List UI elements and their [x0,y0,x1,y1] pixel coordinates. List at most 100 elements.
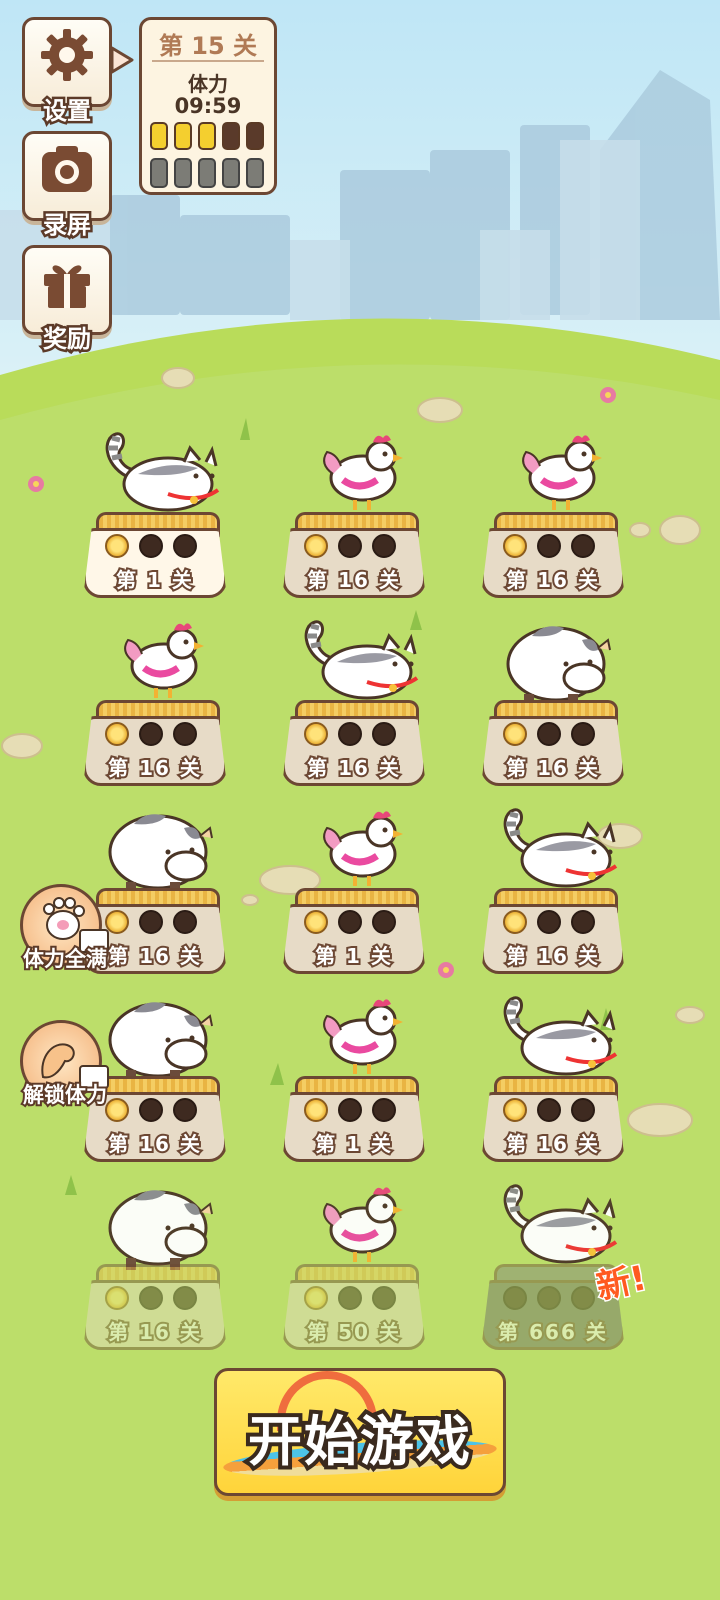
cow-icon [496,612,626,712]
empty-slot-icon [537,722,561,746]
cat-icon [496,988,626,1088]
empty-slot-icon [537,910,561,934]
stamina-bar [174,122,192,150]
level-pedestal[interactable]: 第 16 关 [83,700,227,790]
level-label: 第 16 关 [504,942,600,970]
unlock-stamina-button[interactable]: 解锁体力 [20,1020,109,1109]
stamina-timer: 09:59 [174,94,242,118]
reward-button[interactable]: 奖励 [22,245,112,356]
level-label: 第 666 关 [496,1318,608,1346]
level-label: 第 16 关 [504,566,600,594]
level-label: 第 16 关 [106,1130,202,1158]
level-pedestal[interactable]: 第 16 关 [481,512,625,602]
stone-slot-icon [174,158,192,188]
divider [152,60,264,62]
coin-slots [304,1098,396,1122]
empty-slot-icon [571,722,595,746]
empty-slot-icon [338,1286,362,1310]
level-pedestal[interactable]: 第 1 关 [282,1076,426,1166]
cow-icon [98,800,228,900]
stone-slot-icon [246,158,264,188]
full-stamina-button[interactable]: 体力全满 [20,884,109,973]
full-stamina-label: 体力全满 [21,945,109,973]
level-label: 第 16 关 [106,754,202,782]
level-pedestal[interactable]: 第 16 关 [83,1264,227,1354]
level-pedestal[interactable]: 第 16 关 [481,700,625,790]
settings-button[interactable]: 设置 [22,17,112,128]
coin-icon [304,534,328,558]
empty-slot-icon [338,910,362,934]
empty-slot-icon [372,1098,396,1122]
stone-slot-icon [198,158,216,188]
empty-slot-icon [173,722,197,746]
cat-icon [496,800,626,900]
level-pedestal[interactable]: 第 16 关 [282,700,426,790]
level-label: 第 16 关 [305,566,401,594]
start-game-label: 开始游戏 [244,1406,474,1477]
coin-icon [304,722,328,746]
record-button[interactable]: 录屏 [22,131,112,242]
level-label: 第 1 关 [313,942,393,970]
coin-icon [503,534,527,558]
cow-icon [98,988,228,1088]
stamina-bar [222,122,240,150]
empty-slot-icon [537,1286,561,1310]
empty-slot-icon [139,534,163,558]
empty-slot-icon [372,534,396,558]
cow-icon [98,1176,228,1276]
level-label: 第 50 关 [305,1318,401,1346]
coin-icon [503,722,527,746]
level-pedestal[interactable]: 第 16 关 [481,888,625,978]
reward-label: 奖励 [41,323,94,356]
start-game-button[interactable]: 开始游戏 [214,1368,506,1496]
coin-icon [503,910,527,934]
gear-icon [41,29,93,81]
empty-slot-icon [338,534,362,558]
level-pedestal[interactable]: 第 16 关 [282,512,426,602]
expand-arrow-icon[interactable] [108,44,136,76]
cat-icon [297,612,427,712]
locked-stamina-slots [150,158,264,188]
empty-slot-icon [139,910,163,934]
gift-icon [44,265,90,308]
coin-icon [304,1286,328,1310]
empty-slot-icon [173,1098,197,1122]
coin-slots [105,910,197,934]
coin-slots [105,722,197,746]
empty-slot-icon [537,534,561,558]
level-pedestal[interactable]: 第 16 关 [481,1076,625,1166]
empty-slot-icon [372,722,396,746]
empty-slot-icon [571,1286,595,1310]
record-label: 录屏 [41,209,94,242]
level-label: 第 16 关 [305,754,401,782]
stamina-bar [150,122,168,150]
coin-slots [503,534,595,558]
stamina-label: 体力 [188,72,228,96]
empty-slot-icon [338,722,362,746]
coin-icon [105,722,129,746]
unlock-stamina-label: 解锁体力 [21,1081,109,1109]
camera-icon [42,146,92,192]
cat-icon [98,424,228,524]
coin-slots [503,910,595,934]
empty-slot-icon [537,1098,561,1122]
level-pedestal[interactable]: 第 1 关 [83,512,227,602]
level-label: 第 1 关 [313,1130,393,1158]
level-label: 第 16 关 [106,1318,202,1346]
stone-slot-icon [222,158,240,188]
empty-slot-icon [503,1286,527,1310]
empty-slot-icon [173,1286,197,1310]
level-pedestal[interactable]: 第 50 关 [282,1264,426,1354]
empty-slot-icon [139,722,163,746]
coin-icon [503,1098,527,1122]
coin-slots [304,1286,396,1310]
coin-slots [503,1286,595,1310]
stone-slot-icon [150,158,168,188]
coin-icon [304,910,328,934]
settings-label: 设置 [41,95,94,128]
chicken-icon [307,988,417,1082]
stamina-panel: 第 15 关 体力 09:59 [139,17,277,195]
chicken-icon [307,1176,417,1270]
level-pedestal[interactable]: 第 1 关 [282,888,426,978]
empty-slot-icon [139,1098,163,1122]
